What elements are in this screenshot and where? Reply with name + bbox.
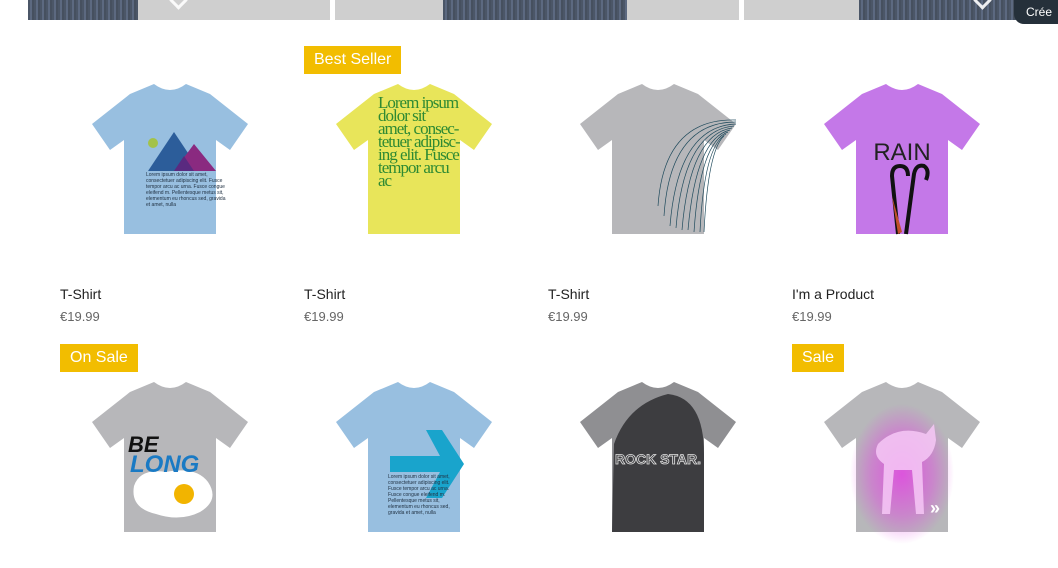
product-price: €19.99 <box>792 309 832 324</box>
product-tile[interactable]: BE LONG On Sale <box>60 344 280 568</box>
tshirt-image: BE LONG <box>92 382 248 532</box>
shirt-print-text: Lorem ipsum dolor sit amet, consectetuer… <box>388 474 450 516</box>
shirt-print-text: LONG <box>130 451 199 478</box>
ribbon-badge: Sale <box>792 344 845 372</box>
shirt-print-text: Lorem ipsum dolor sit amet, consectetuer… <box>146 172 226 208</box>
product-tile[interactable]: ROCK STAR. <box>548 344 768 568</box>
product-price: €19.99 <box>304 309 344 324</box>
product-title[interactable]: I'm a Product <box>792 286 874 302</box>
tshirt-image: Lorem ipsum dolor sit amet, consectetuer… <box>92 84 248 234</box>
tshirt-image: RAIN <box>824 84 980 235</box>
product-tile[interactable]: T-Shirt €19.99 <box>548 46 768 336</box>
next-arrows-icon[interactable]: » <box>930 498 940 519</box>
product-price: €19.99 <box>60 309 100 324</box>
create-badge[interactable]: Crée <box>1014 0 1058 24</box>
product-tile[interactable]: RAIN I'm a Product €19.99 <box>792 46 1012 336</box>
tshirt-image: Lorem ipsum dolor sit amet, consectetuer… <box>336 382 492 532</box>
product-image[interactable]: Lorem ipsum dolor sit amet, consectetuer… <box>304 344 524 564</box>
banner-image-3[interactable] <box>744 0 1058 20</box>
banner-image-2[interactable] <box>335 0 739 20</box>
product-image[interactable]: Lorem ipsum dolor sit amet, consec-tetue… <box>304 46 524 266</box>
tshirt-image <box>824 382 980 544</box>
banner-image-1[interactable] <box>28 0 330 20</box>
product-image[interactable]: BE LONG <box>60 344 280 564</box>
product-title[interactable]: T-Shirt <box>548 286 589 302</box>
product-title[interactable]: T-Shirt <box>304 286 345 302</box>
product-image[interactable] <box>548 46 768 266</box>
ribbon-badge: Best Seller <box>304 46 402 74</box>
product-image[interactable]: RAIN <box>792 46 1012 266</box>
product-tile[interactable]: Lorem ipsum dolor sit amet, consectetuer… <box>60 46 280 336</box>
product-image[interactable]: » <box>792 344 1012 564</box>
product-price: €19.99 <box>548 309 588 324</box>
shirt-print-text: RAIN <box>873 139 930 166</box>
tshirt-image: Lorem ipsum dolor sit amet, consec-tetue… <box>336 84 492 234</box>
product-image[interactable]: ROCK STAR. <box>548 344 768 564</box>
tshirt-image <box>580 84 737 234</box>
product-title[interactable]: T-Shirt <box>60 286 101 302</box>
product-tile[interactable]: Lorem ipsum dolor sit amet, consec-tetue… <box>304 46 524 336</box>
ribbon-badge: On Sale <box>60 344 138 372</box>
shirt-print-text: ROCK STAR. <box>615 451 701 467</box>
shirt-print-text: Lorem ipsum dolor sit amet, consec-tetue… <box>378 96 460 190</box>
product-tile[interactable]: Lorem ipsum dolor sit amet, consectetuer… <box>304 344 524 568</box>
product-image[interactable]: Lorem ipsum dolor sit amet, consectetuer… <box>60 46 280 266</box>
product-tile[interactable]: » Sale <box>792 344 1012 568</box>
tshirt-image: ROCK STAR. <box>580 382 736 532</box>
top-banner-strip <box>0 0 1058 20</box>
